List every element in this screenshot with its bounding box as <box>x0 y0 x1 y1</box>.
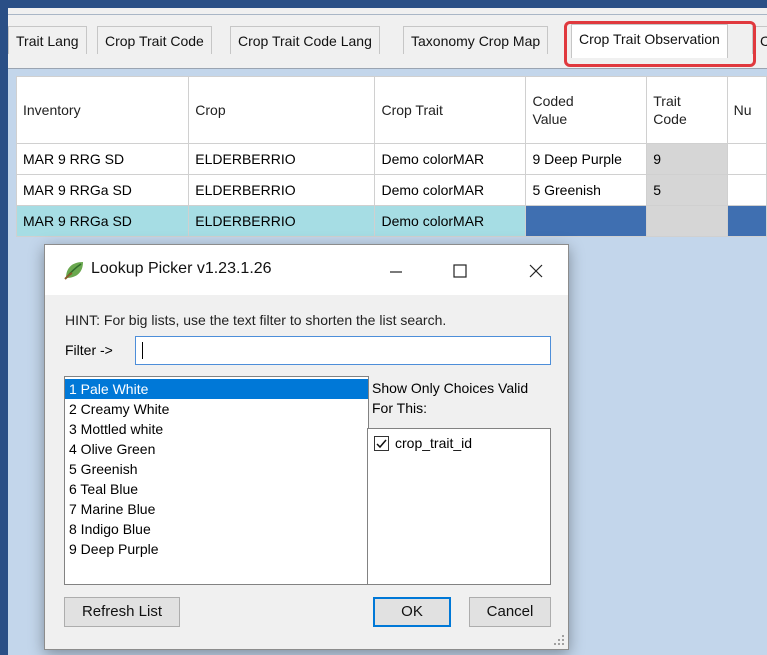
table-row[interactable]: MAR 9 RRGa SD ELDERBERRIO Demo colorMAR … <box>15 174 767 206</box>
hint-text: HINT: For big lists, use the text filter… <box>65 312 447 328</box>
cell-crop[interactable]: ELDERBERRIO <box>188 143 376 175</box>
cell-trait-code: 5 <box>646 174 728 206</box>
cell-trait-code: 9 <box>646 143 728 175</box>
checkmark-icon <box>376 439 387 448</box>
cell-trait-code <box>646 205 728 237</box>
list-item[interactable]: 4 Olive Green <box>65 439 368 459</box>
table-row-selected[interactable]: MAR 9 RRGa SD ELDERBERRIO Demo colorMAR <box>15 205 767 237</box>
column-header-crop-trait[interactable]: Crop Trait <box>374 76 527 144</box>
cell-nu[interactable] <box>726 143 767 175</box>
valid-for-checklist[interactable]: crop_trait_id <box>367 428 551 585</box>
table-row[interactable]: MAR 9 RRG SD ELDERBERRIO Demo colorMAR 9… <box>15 143 767 175</box>
cell-crop-trait[interactable]: Demo colorMAR <box>374 143 527 175</box>
ok-button[interactable]: OK <box>373 597 451 627</box>
cell-inventory[interactable]: MAR 9 RRGa SD <box>15 174 190 206</box>
cell-inventory[interactable]: MAR 9 RRG SD <box>15 143 190 175</box>
cancel-button[interactable]: Cancel <box>469 597 551 627</box>
tab-crop-trait-observation[interactable]: Crop Trait Observation <box>571 24 728 58</box>
filter-input[interactable] <box>135 336 551 365</box>
crop-trait-id-option[interactable]: crop_trait_id <box>374 435 472 451</box>
dialog-title: Lookup Picker v1.23.1.26 <box>91 260 272 277</box>
minimize-icon[interactable] <box>376 253 416 287</box>
cell-nu[interactable] <box>726 174 767 206</box>
filter-label: Filter -> <box>65 342 113 358</box>
list-item-selected[interactable]: 1 Pale White <box>65 379 368 399</box>
checkbox-label: crop_trait_id <box>395 435 473 451</box>
refresh-list-button[interactable]: Refresh List <box>64 597 180 627</box>
tab-strip: Trait Lang Crop Trait Code Crop Trait Co… <box>8 8 767 69</box>
show-only-choices-label: Show Only Choices Valid For This: <box>372 380 529 416</box>
grid-header-row: Inventory Crop Crop Trait Coded Value Tr… <box>15 76 767 144</box>
cell-inventory[interactable]: MAR 9 RRGa SD <box>15 205 190 237</box>
data-grid: Inventory Crop Crop Trait Coded Value Tr… <box>15 76 767 237</box>
tab-crop-trait-code-lang[interactable]: Crop Trait Code Lang <box>230 26 380 54</box>
column-header-trait-code[interactable]: Trait Code <box>646 76 728 144</box>
cell-crop[interactable]: ELDERBERRIO <box>188 205 376 237</box>
cell-crop[interactable]: ELDERBERRIO <box>188 174 376 206</box>
list-item[interactable]: 6 Teal Blue <box>65 479 368 499</box>
tab-taxonomy-crop-map[interactable]: Taxonomy Crop Map <box>403 26 549 54</box>
tab-overflow[interactable]: C <box>752 26 767 54</box>
choices-listbox[interactable]: 1 Pale White 2 Creamy White 3 Mottled wh… <box>64 376 369 585</box>
cell-nu[interactable] <box>726 205 767 237</box>
cell-coded-value[interactable] <box>525 205 648 237</box>
cell-coded-value[interactable]: 5 Greenish <box>525 174 648 206</box>
list-item[interactable]: 9 Deep Purple <box>65 539 368 559</box>
tab-trait-lang[interactable]: Trait Lang <box>8 26 87 54</box>
maximize-icon[interactable] <box>440 253 480 287</box>
cell-crop-trait[interactable]: Demo colorMAR <box>374 174 527 206</box>
list-item[interactable]: 2 Creamy White <box>65 399 368 419</box>
column-header-coded-value[interactable]: Coded Value <box>525 76 648 144</box>
cell-coded-value[interactable]: 9 Deep Purple <box>525 143 648 175</box>
list-item[interactable]: 5 Greenish <box>65 459 368 479</box>
checkbox[interactable] <box>374 435 389 451</box>
lookup-picker-dialog: Lookup Picker v1.23.1.26 HINT: For big l… <box>44 244 569 650</box>
dialog-titlebar[interactable]: Lookup Picker v1.23.1.26 <box>45 245 568 295</box>
list-item[interactable]: 3 Mottled white <box>65 419 368 439</box>
resize-grip-icon[interactable] <box>553 634 565 646</box>
tab-crop-trait-code[interactable]: Crop Trait Code <box>97 26 212 54</box>
cell-crop-trait[interactable]: Demo colorMAR <box>374 205 527 237</box>
list-item[interactable]: 8 Indigo Blue <box>65 519 368 539</box>
column-header-inventory[interactable]: Inventory <box>15 76 190 144</box>
leaf-icon <box>64 262 83 280</box>
list-item[interactable]: 7 Marine Blue <box>65 499 368 519</box>
text-caret <box>142 342 143 359</box>
column-header-crop[interactable]: Crop <box>188 76 376 144</box>
column-header-nu[interactable]: Nu <box>726 76 767 144</box>
close-icon[interactable] <box>516 253 556 287</box>
